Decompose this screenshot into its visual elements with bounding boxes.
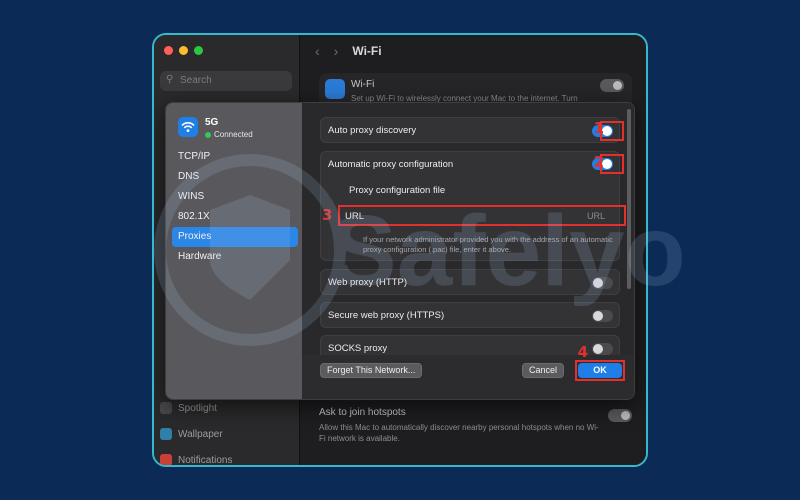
minimize-window-button[interactable] [179, 46, 188, 55]
search-placeholder: Search [180, 75, 212, 86]
dialog-nav: TCP/IP DNS WINS 802.1X Proxies Hardware [172, 147, 298, 267]
notifications-icon [160, 454, 172, 465]
sidebar-item-label: Spotlight [178, 402, 217, 414]
proxies-content: Auto proxy discovery 1 Automatic proxy c… [302, 103, 634, 355]
wifi-toggle[interactable] [600, 79, 624, 92]
cancel-button[interactable]: Cancel [521, 363, 564, 378]
hotspot-setting-row: Ask to join hotspots Allow this Mac to a… [319, 407, 632, 457]
sidebar-item-notifications[interactable]: Notifications [160, 447, 233, 466]
hotspot-description: Allow this Mac to automatically discover… [319, 423, 599, 443]
nav-item-hardware[interactable]: Hardware [172, 247, 298, 267]
nav-item-wins[interactable]: WINS [172, 187, 298, 207]
content-scrollbar[interactable] [627, 109, 631, 289]
forget-network-button[interactable]: Forget This Network... [320, 363, 423, 378]
socks-proxy-row: SOCKS proxy [320, 335, 620, 355]
automatic-proxy-configuration-label: Automatic proxy configuration [328, 159, 454, 170]
nav-item-tcpip[interactable]: TCP/IP [172, 147, 298, 167]
dialog-sidebar: 5G Connected TCP/IP DNS WINS 802.1X Prox… [166, 103, 302, 399]
annotation-4: 4 [577, 343, 588, 361]
forward-arrow-icon[interactable]: › [334, 43, 339, 59]
proxy-help-text: If your network administrator provided y… [363, 235, 613, 254]
network-status: Connected [205, 130, 253, 139]
proxy-configuration-file-label: Proxy configuration file [349, 185, 446, 196]
annotation-2: 2 [593, 153, 604, 171]
hotspot-toggle[interactable] [608, 409, 632, 422]
sidebar-item-label: Notifications [178, 454, 233, 466]
search-input[interactable]: ⚲ Search [160, 71, 292, 91]
network-details-dialog: 5G Connected TCP/IP DNS WINS 802.1X Prox… [165, 102, 635, 400]
secure-web-proxy-label: Secure web proxy (HTTPS) [328, 310, 445, 321]
secure-web-proxy-toggle[interactable] [592, 310, 613, 322]
hotspot-title: Ask to join hotspots [319, 407, 406, 418]
wifi-icon [178, 117, 198, 137]
highlight-box-4 [575, 360, 625, 381]
web-proxy-row: Web proxy (HTTP) [320, 269, 620, 295]
search-icon: ⚲ [166, 74, 174, 85]
nav-item-proxies[interactable]: Proxies [172, 227, 298, 247]
network-name: 5G [205, 117, 219, 128]
sidebar-item-wallpaper[interactable]: Wallpaper [160, 421, 232, 447]
sidebar-item-label: Wallpaper [178, 428, 223, 440]
connected-dot-icon [205, 131, 211, 138]
network-header: 5G Connected [178, 117, 253, 139]
wifi-icon [325, 79, 345, 99]
socks-proxy-label: SOCKS proxy [328, 343, 388, 354]
dialog-footer: Forget This Network... Cancel OK 4 [302, 343, 634, 399]
web-proxy-toggle[interactable] [592, 277, 613, 289]
pane-title: Wi-Fi [352, 44, 382, 58]
auto-proxy-discovery-label: Auto proxy discovery [328, 125, 417, 136]
network-status-label: Connected [214, 130, 253, 139]
annotation-3: 3 [322, 206, 333, 224]
secure-web-proxy-row: Secure web proxy (HTTPS) [320, 302, 620, 328]
window-controls [164, 46, 203, 55]
back-arrow-icon[interactable]: ‹ [315, 43, 320, 59]
sidebar-list: Spotlight Wallpaper Notifications [160, 395, 233, 466]
auto-proxy-discovery-row: Auto proxy discovery [320, 117, 620, 143]
nav-item-8021x[interactable]: 802.1X [172, 207, 298, 227]
wallpaper-icon [160, 428, 172, 440]
web-proxy-label: Web proxy (HTTP) [328, 277, 408, 288]
nav-item-dns[interactable]: DNS [172, 167, 298, 187]
annotation-1: 1 [593, 119, 604, 137]
close-window-button[interactable] [164, 46, 173, 55]
zoom-window-button[interactable] [194, 46, 203, 55]
socks-proxy-toggle[interactable] [592, 343, 613, 355]
spotlight-icon [160, 402, 172, 414]
highlight-box-3 [338, 205, 626, 226]
wifi-row-title: Wi-Fi [351, 79, 375, 90]
settings-window-frame: ⚲ Search Spotlight Wallpaper Notificatio… [152, 33, 648, 467]
pane-header: ‹ › Wi-Fi [315, 43, 382, 59]
